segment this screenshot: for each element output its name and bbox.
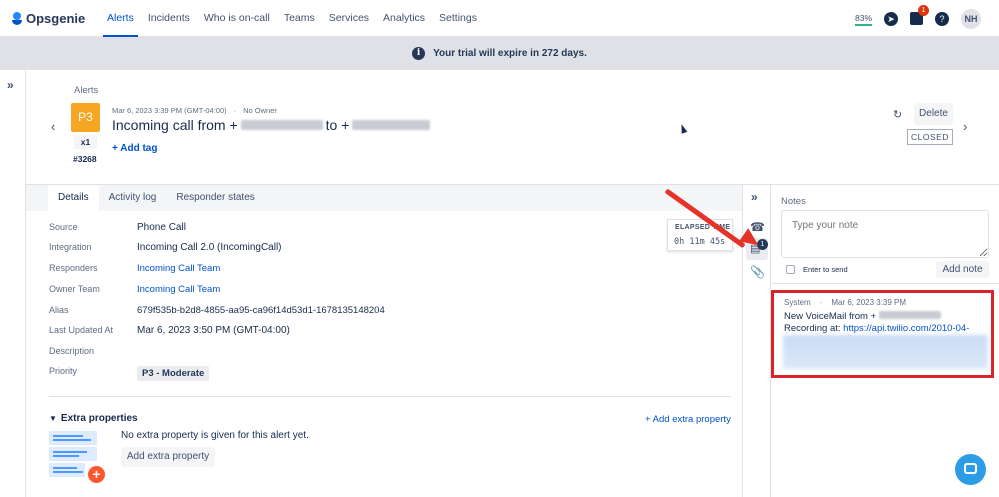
delete-button[interactable]: Delete xyxy=(914,103,953,125)
note-text-start: New VoiceMail from + xyxy=(784,311,877,322)
title-from: Incoming call from + xyxy=(112,117,238,133)
field-value-source: Phone Call xyxy=(137,222,186,233)
field-value-owner-team[interactable]: Incoming Call Team xyxy=(137,284,220,295)
notification-badge: 1 xyxy=(918,5,929,16)
field-value-last-updated: Mar 6, 2023 3:50 PM (GMT-04:00) xyxy=(137,325,290,336)
attachment-icon[interactable]: 📎 xyxy=(750,265,765,279)
field-label-priority: Priority xyxy=(49,366,78,376)
note-body: New VoiceMail from + Recording at: https… xyxy=(784,311,989,335)
trial-banner: i Your trial will expire in 272 days. xyxy=(0,37,999,70)
field-value-priority: P3 - Moderate xyxy=(137,366,210,381)
detail-tabs: Details Activity log Responder states xyxy=(26,185,742,211)
refresh-icon[interactable]: ↻ xyxy=(893,108,902,121)
empty-state-illustration-icon: + xyxy=(49,431,105,483)
voicemail-recording-link[interactable]: https://api.twilio.com/2010-04- xyxy=(843,323,969,334)
breadcrumb[interactable]: Alerts xyxy=(74,85,98,96)
notes-heading: Notes xyxy=(781,196,806,207)
alert-count: x1 xyxy=(74,135,97,149)
alert-owner[interactable]: No Owner xyxy=(243,106,277,115)
top-nav: Opsgenie Alerts Incidents Who is on-call… xyxy=(0,0,999,37)
chat-icon xyxy=(964,463,977,474)
notifications-icon[interactable]: 1 xyxy=(910,5,929,25)
page-title: Incoming call from + to + xyxy=(112,117,433,133)
redacted-number xyxy=(879,311,942,319)
nav-services[interactable]: Services xyxy=(322,0,376,37)
field-label-last-updated: Last Updated At xyxy=(49,325,114,335)
redacted-number xyxy=(240,120,323,130)
redacted-number xyxy=(352,120,431,130)
alert-meta: Mar 6, 2023 3:39 PM (GMT-04:00) · No Own… xyxy=(112,106,277,115)
empty-extra-text: No extra property is given for this aler… xyxy=(121,430,309,441)
tab-activity-log[interactable]: Activity log xyxy=(99,185,167,211)
chevron-down-icon: ▼ xyxy=(49,414,57,423)
field-value-responders[interactable]: Incoming Call Team xyxy=(137,263,220,274)
title-to: to + xyxy=(325,117,350,133)
field-label-owner-team: Owner Team xyxy=(49,284,100,294)
notes-divider xyxy=(772,283,999,284)
status-badge: CLOSED xyxy=(907,129,953,145)
alert-datetime: Mar 6, 2023 3:39 PM (GMT-04:00) xyxy=(112,106,227,115)
usage-indicator[interactable]: 83% xyxy=(854,12,872,26)
note-dot: · xyxy=(819,298,823,307)
meta-dot: · xyxy=(233,106,237,115)
note-text-end: Recording at: xyxy=(784,323,841,334)
plus-icon: + xyxy=(88,466,105,483)
priority-badge: P3 xyxy=(71,103,100,132)
extra-divider xyxy=(49,396,731,397)
chat-support-button[interactable] xyxy=(955,454,986,485)
note-input[interactable] xyxy=(781,210,989,258)
collapse-panel-icon[interactable]: » xyxy=(751,190,758,204)
left-rail: » xyxy=(0,70,26,497)
add-note-button[interactable]: Add note xyxy=(936,261,989,278)
opsgenie-logo-icon xyxy=(12,11,22,25)
trial-banner-text: Your trial will expire in 272 days. xyxy=(433,48,587,59)
field-value-alias: 679f535b-b2d8-4855-aa95-ca96f14d53d1-167… xyxy=(137,305,385,316)
note-meta: System · Mar 6, 2023 3:39 PM xyxy=(784,298,906,307)
elapsed-time-value: 0h 11m 45s xyxy=(674,237,726,247)
nav-settings[interactable]: Settings xyxy=(432,0,484,37)
field-label-responders: Responders xyxy=(49,263,98,273)
extra-properties-toggle[interactable]: ▼ Extra properties xyxy=(49,413,138,424)
field-label-alias: Alias xyxy=(49,305,69,315)
chevron-right-icon[interactable]: › xyxy=(963,119,967,134)
nav-incidents[interactable]: Incidents xyxy=(141,0,197,37)
help-icon[interactable]: ? xyxy=(935,11,949,26)
field-label-description: Description xyxy=(49,346,95,356)
nav-right-tools: 83% ➤ 1 ? NH xyxy=(854,0,981,37)
mouse-cursor-icon xyxy=(678,123,688,134)
add-extra-property-link[interactable]: + Add extra property xyxy=(645,414,731,425)
logo-text: Opsgenie xyxy=(26,10,86,26)
nav-who-is-on-call[interactable]: Who is on-call xyxy=(197,0,277,37)
user-avatar[interactable]: NH xyxy=(961,8,981,29)
field-label-integration: Integration xyxy=(49,242,92,252)
add-tag-link[interactable]: + Add tag xyxy=(112,143,157,154)
note-author: System xyxy=(784,298,811,307)
nav-analytics[interactable]: Analytics xyxy=(376,0,432,37)
opsgenie-logo[interactable]: Opsgenie xyxy=(12,11,92,26)
alert-tiny-id: #3268 xyxy=(73,154,97,164)
nav-alerts[interactable]: Alerts xyxy=(100,0,141,37)
chevron-left-icon[interactable]: ‹ xyxy=(51,119,55,134)
note-datetime: Mar 6, 2023 3:39 PM xyxy=(831,298,907,307)
expand-sidebar-icon[interactable]: » xyxy=(7,78,14,92)
redacted-note-text xyxy=(783,335,988,369)
enter-to-send-label: Enter to send xyxy=(803,265,848,274)
info-icon: i xyxy=(412,47,426,60)
field-value-integration: Incoming Call 2.0 (IncomingCall) xyxy=(137,242,282,253)
tab-details[interactable]: Details xyxy=(48,185,99,211)
tab-responder-states[interactable]: Responder states xyxy=(166,185,264,211)
field-label-source: Source xyxy=(49,222,78,232)
enter-to-send-checkbox[interactable] xyxy=(786,265,795,274)
add-extra-property-button[interactable]: Add extra property xyxy=(121,447,215,467)
nav-teams[interactable]: Teams xyxy=(277,0,322,37)
compass-icon[interactable]: ➤ xyxy=(884,11,898,26)
extra-properties-heading: Extra properties xyxy=(60,413,138,424)
